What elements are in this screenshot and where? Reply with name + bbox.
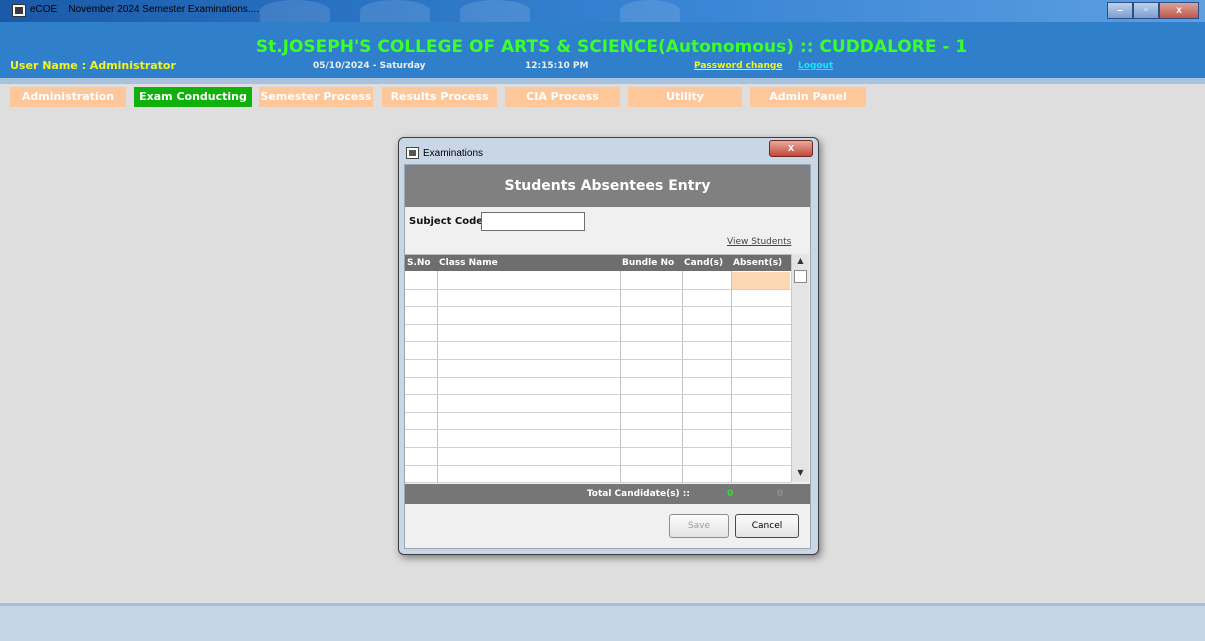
view-students-link[interactable]: View Students bbox=[727, 237, 791, 247]
examinations-dialog: Examinations x Students Absentees Entry … bbox=[398, 137, 819, 555]
scroll-down-icon[interactable]: ▼ bbox=[792, 466, 809, 480]
menu-semester-process[interactable]: Semester Process bbox=[259, 87, 373, 107]
total-absent-value: 0 bbox=[777, 489, 784, 499]
grid-row-line bbox=[405, 306, 791, 308]
current-time: 12:15:10 PM bbox=[525, 61, 589, 71]
menu-administration[interactable]: Administration bbox=[10, 87, 126, 107]
grid-row-line bbox=[405, 429, 791, 431]
menu-admin-panel[interactable]: Admin Panel bbox=[750, 87, 866, 107]
grid-row-line bbox=[405, 323, 791, 325]
titlebar-decoration bbox=[620, 0, 680, 22]
cancel-button[interactable]: Cancel bbox=[735, 514, 799, 538]
dialog-close-button[interactable]: x bbox=[769, 140, 813, 157]
titlebar-decoration bbox=[460, 0, 530, 22]
header-divider bbox=[0, 78, 1205, 84]
maximize-button[interactable]: ▫ bbox=[1133, 2, 1159, 19]
grid-row-line bbox=[405, 411, 791, 413]
college-name: St.JOSEPH'S COLLEGE OF ARTS & SCIENCE(Au… bbox=[255, 37, 968, 57]
grid-scrollbar[interactable]: ▲ ▼ bbox=[791, 254, 809, 482]
grid-row-line bbox=[405, 376, 791, 378]
app-header: St.JOSEPH'S COLLEGE OF ARTS & SCIENCE(Au… bbox=[0, 22, 1205, 78]
logout-link[interactable]: Logout bbox=[798, 61, 833, 71]
menu-utility[interactable]: Utility bbox=[628, 87, 742, 107]
subject-code-label: Subject Code bbox=[409, 216, 484, 227]
minimize-button[interactable]: – bbox=[1107, 2, 1133, 19]
grid-row-line bbox=[405, 447, 791, 448]
username-label: User Name : Administrator bbox=[10, 59, 176, 72]
grid-header: S.No Class Name Bundle No Cand(s) Absent… bbox=[405, 255, 791, 271]
app-icon bbox=[12, 4, 26, 17]
window-title: eCOE November 2024 Semester Examinations… bbox=[30, 4, 259, 15]
column-class-name: Class Name bbox=[439, 258, 498, 268]
total-candidates-value: 0 bbox=[727, 489, 734, 499]
total-bar: Total Candidate(s) :: 0 0 bbox=[405, 484, 810, 504]
dialog-body: Students Absentees Entry Subject Code Vi… bbox=[404, 164, 811, 549]
grid-row-line bbox=[405, 288, 791, 290]
subject-code-input[interactable] bbox=[481, 212, 585, 231]
selected-cell[interactable] bbox=[731, 272, 790, 289]
menu-results-process[interactable]: Results Process bbox=[382, 87, 497, 107]
close-window-button[interactable]: x bbox=[1159, 2, 1199, 19]
grid-row-line bbox=[405, 341, 791, 343]
grid-row-line bbox=[405, 394, 791, 396]
password-change-link[interactable]: Password change bbox=[694, 61, 782, 71]
column-bundle-no: Bundle No bbox=[622, 258, 675, 268]
window-controls: – ▫ x bbox=[1107, 2, 1199, 19]
dialog-title: Examinations bbox=[423, 148, 484, 159]
dialog-heading: Students Absentees Entry bbox=[405, 165, 810, 207]
dialog-app-icon bbox=[406, 147, 419, 159]
scroll-up-icon[interactable]: ▲ bbox=[792, 254, 809, 268]
save-button[interactable]: Save bbox=[669, 514, 729, 538]
absentees-grid: S.No Class Name Bundle No Cand(s) Absent… bbox=[405, 254, 791, 484]
window-title-text: November 2024 Semester Examinations.... bbox=[68, 4, 260, 15]
status-footer bbox=[0, 603, 1205, 641]
scroll-thumb[interactable] bbox=[794, 270, 807, 283]
grid-row-line bbox=[405, 359, 791, 360]
current-date: 05/10/2024 - Saturday bbox=[313, 61, 426, 71]
column-sno: S.No bbox=[407, 258, 431, 268]
grid-row-line bbox=[405, 464, 791, 466]
titlebar-decoration bbox=[360, 0, 430, 22]
menu-cia-process[interactable]: CIA Process bbox=[505, 87, 620, 107]
titlebar-decoration bbox=[260, 0, 330, 22]
total-candidates-label: Total Candidate(s) :: bbox=[586, 489, 690, 499]
column-cands: Cand(s) bbox=[684, 258, 724, 268]
app-name: eCOE bbox=[30, 4, 58, 15]
menu-exam-conducting[interactable]: Exam Conducting bbox=[134, 87, 252, 107]
window-titlebar: eCOE November 2024 Semester Examinations… bbox=[0, 0, 1205, 22]
column-absents: Absent(s) bbox=[733, 258, 783, 268]
